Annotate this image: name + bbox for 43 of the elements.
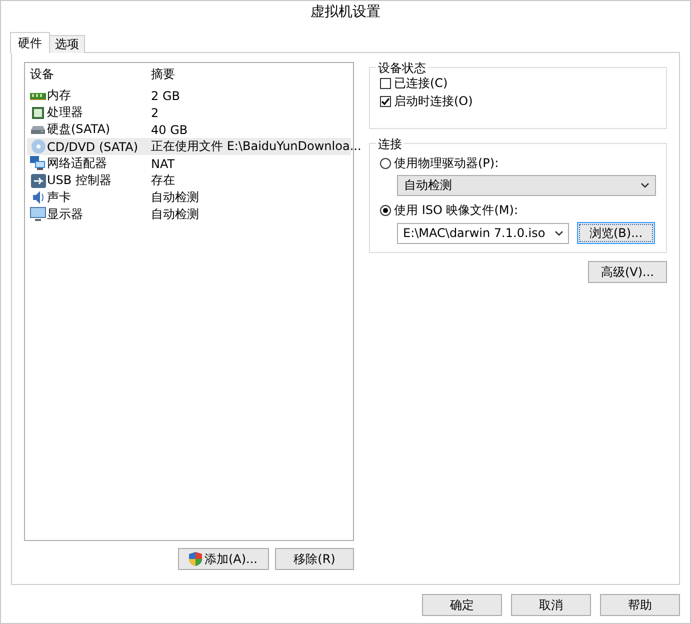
tab[interactable]: 选项: [49, 35, 85, 53]
radio-label: 使用 ISO 映像文件(M):: [394, 202, 518, 218]
device-name: USB 控制器: [47, 172, 112, 189]
group-title: 设备状态: [376, 60, 428, 77]
device-summary: 2 GB: [150, 88, 181, 102]
window-title: 虚拟机设置: [310, 3, 382, 22]
list-row[interactable]: USB 控制器 存在: [27, 172, 351, 189]
drive-dropdown[interactable]: 自动检测: [397, 175, 656, 196]
device-name: CD/DVD (SATA): [47, 140, 138, 154]
tab[interactable]: 硬件: [10, 32, 50, 53]
device-summary: 2: [150, 106, 160, 120]
radio-label: 使用物理驱动器(P):: [394, 154, 499, 172]
device-summary: 自动检测: [150, 189, 200, 206]
add-button[interactable]: 添加(A)...: [178, 548, 269, 570]
device-summary: 40 GB: [150, 122, 189, 136]
iso-path-field[interactable]: E:\MAC\darwin 7.1.0.iso: [397, 222, 569, 244]
device-summary: NAT: [150, 156, 176, 170]
checkbox-label: 启动时连接(O): [394, 92, 473, 110]
checkbox-label: 已连接(C): [394, 74, 448, 92]
device-summary: 自动检测: [150, 206, 200, 223]
list-row[interactable]: 硬盘(SATA) 40 GB: [27, 121, 351, 138]
device-name: 声卡: [47, 189, 71, 206]
cancel-button[interactable]: 取消: [511, 594, 591, 616]
device-name: 内存: [47, 87, 71, 104]
list-row[interactable]: 网络适配器 NAT: [27, 155, 351, 172]
group-title: 连接: [376, 136, 404, 153]
list-row[interactable]: 声卡 自动检测: [27, 189, 351, 206]
remove-button[interactable]: 移除(R): [275, 548, 354, 570]
device-summary: 存在: [150, 172, 176, 189]
device-name: 显示器: [47, 206, 83, 223]
list-row[interactable]: 显示器 自动检测: [27, 206, 351, 223]
list-row[interactable]: 内存 2 GB: [27, 87, 351, 104]
device-name: 处理器: [47, 104, 83, 121]
advanced-button[interactable]: 高级(V)...: [588, 261, 667, 283]
ok-button[interactable]: 确定: [422, 594, 502, 616]
help-button[interactable]: 帮助: [600, 594, 680, 616]
browse-button[interactable]: 浏览(B)...: [577, 222, 655, 244]
column-header: 摘要: [150, 66, 176, 83]
column-header: 设备: [29, 66, 55, 83]
list-row[interactable]: 处理器 2: [27, 104, 351, 121]
device-summary: 正在使用文件 E:\BaiduYunDownloa...: [150, 138, 362, 155]
device-name: 硬盘(SATA): [47, 121, 110, 138]
device-name: 网络适配器: [47, 155, 107, 172]
